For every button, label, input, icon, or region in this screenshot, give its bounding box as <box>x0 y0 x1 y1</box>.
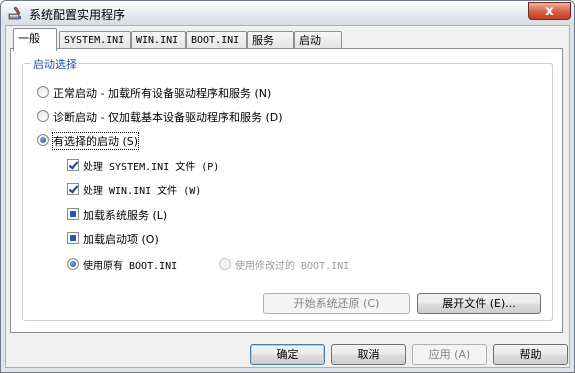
expand-file-button[interactable]: 展开文件 (E)... <box>417 293 541 314</box>
process-win-ini-label: 处理 WIN.INI 文件 (W) <box>83 186 202 197</box>
help-button[interactable]: 帮助 <box>493 344 568 365</box>
tab-services[interactable]: 服务 <box>247 31 294 49</box>
cancel-button[interactable]: 取消 <box>331 344 406 365</box>
normal-startup-radio[interactable] <box>37 86 49 98</box>
load-system-services-label: 加载系统服务 (L) <box>83 209 168 222</box>
title-bar[interactable]: 系统配置实用程序 x <box>1 1 574 25</box>
launch-system-restore-button[interactable]: 开始系统还原 (C) <box>263 293 410 314</box>
tab-boot-ini[interactable]: BOOT.INI <box>186 31 247 49</box>
use-modified-boot-ini-radio[interactable] <box>219 258 231 270</box>
window-title: 系统配置实用程序 <box>29 8 126 22</box>
system-config-window: 系统配置实用程序 x 一般 SYSTEM.INI WIN.INI BOOT.IN… <box>0 0 575 373</box>
diagnostic-startup-label: 诊断启动 - 仅加载基本设备驱动程序和服务 (D) <box>53 111 283 124</box>
load-startup-items-label: 加载启动项 (O) <box>83 233 159 246</box>
use-original-boot-ini-label: 使用原有 BOOT.INI <box>83 261 178 272</box>
tab-general[interactable]: 一般 <box>13 28 57 51</box>
load-startup-items-checkbox[interactable] <box>67 232 79 244</box>
msconfig-app-icon <box>8 6 21 20</box>
tab-startup[interactable]: 启动 <box>294 31 342 49</box>
selective-startup-radio[interactable] <box>37 134 49 146</box>
selective-startup-label: 有选择的启动 (S) <box>51 132 140 150</box>
use-original-boot-ini-radio[interactable] <box>67 258 79 270</box>
apply-button[interactable]: 应用 (A) <box>412 344 487 365</box>
tab-win-ini[interactable]: WIN.INI <box>131 31 186 49</box>
close-icon: x <box>545 4 554 19</box>
ok-button[interactable]: 确定 <box>250 344 325 365</box>
process-win-ini-checkbox[interactable] <box>67 183 79 195</box>
process-system-ini-label: 处理 SYSTEM.INI 文件 (P) <box>83 162 220 173</box>
use-modified-boot-ini-label: 使用修改过的 BOOT.INI <box>235 261 350 272</box>
process-system-ini-checkbox[interactable] <box>67 159 79 171</box>
diagnostic-startup-radio[interactable] <box>37 110 49 122</box>
tab-system-ini[interactable]: SYSTEM.INI <box>59 31 131 49</box>
startup-selection-label: 启动选择 <box>31 56 79 72</box>
close-button[interactable]: x <box>528 2 571 20</box>
normal-startup-label: 正常启动 - 加载所有设备驱动程序和服务 (N) <box>53 87 272 100</box>
load-system-services-checkbox[interactable] <box>67 208 79 220</box>
